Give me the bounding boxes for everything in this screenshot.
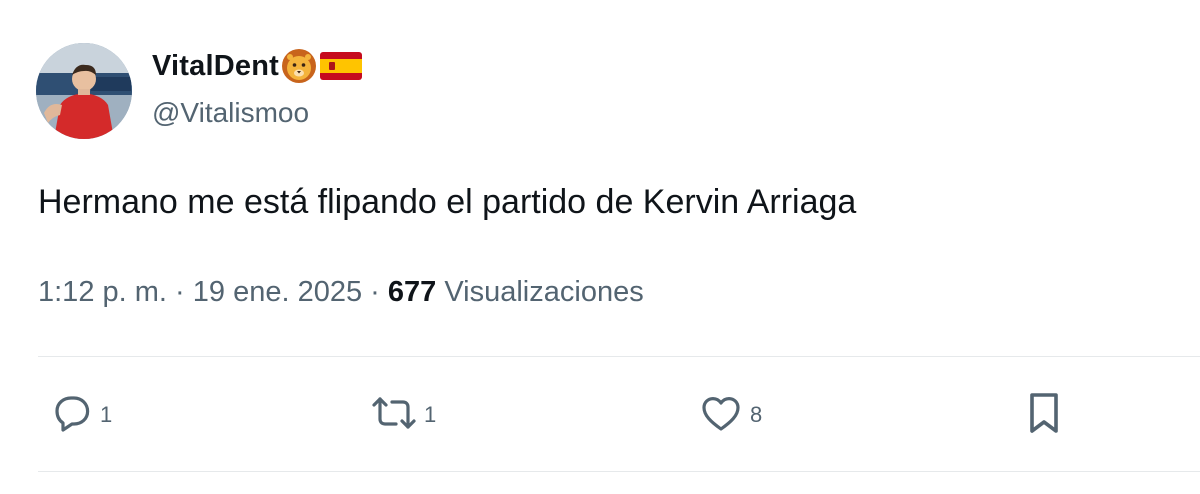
- like-button[interactable]: 8: [696, 391, 762, 439]
- bookmark-icon[interactable]: [1022, 389, 1066, 442]
- tweet-date[interactable]: 19 ene. 2025: [193, 276, 362, 308]
- like-count: 8: [750, 402, 763, 427]
- lion-face-icon: [281, 48, 317, 84]
- tweet-time[interactable]: 1:12 p. m.: [38, 276, 167, 308]
- display-name[interactable]: VitalDent: [152, 50, 279, 83]
- reply-count: 1: [100, 402, 113, 427]
- meta-separator: ·: [370, 276, 380, 308]
- heart-icon[interactable]: [696, 389, 746, 442]
- display-name-row[interactable]: VitalDent: [152, 44, 363, 88]
- tweet-card: VitalDent @Vitalismoo Hermano me está fl…: [0, 0, 1200, 494]
- divider: [38, 356, 1200, 357]
- reply-button[interactable]: 1: [48, 391, 112, 439]
- spain-flag-icon: [319, 50, 363, 82]
- tweet-meta: 1:12 p. m. · 19 ene. 2025 · 677 Visualiz…: [38, 276, 644, 309]
- meta-separator: ·: [175, 276, 185, 308]
- retweet-button[interactable]: 1: [368, 391, 436, 439]
- avatar[interactable]: [36, 43, 132, 139]
- views-count: 677: [387, 276, 437, 308]
- bookmark-button[interactable]: [1022, 391, 1066, 439]
- divider: [38, 471, 1200, 472]
- views-label: Visualizaciones: [444, 276, 644, 308]
- retweet-icon[interactable]: [368, 389, 420, 442]
- user-handle[interactable]: @Vitalismoo: [152, 97, 309, 129]
- tweet-text: Hermano me está flipando el partido de K…: [38, 183, 857, 221]
- retweet-count: 1: [424, 402, 437, 427]
- reply-icon[interactable]: [48, 389, 96, 442]
